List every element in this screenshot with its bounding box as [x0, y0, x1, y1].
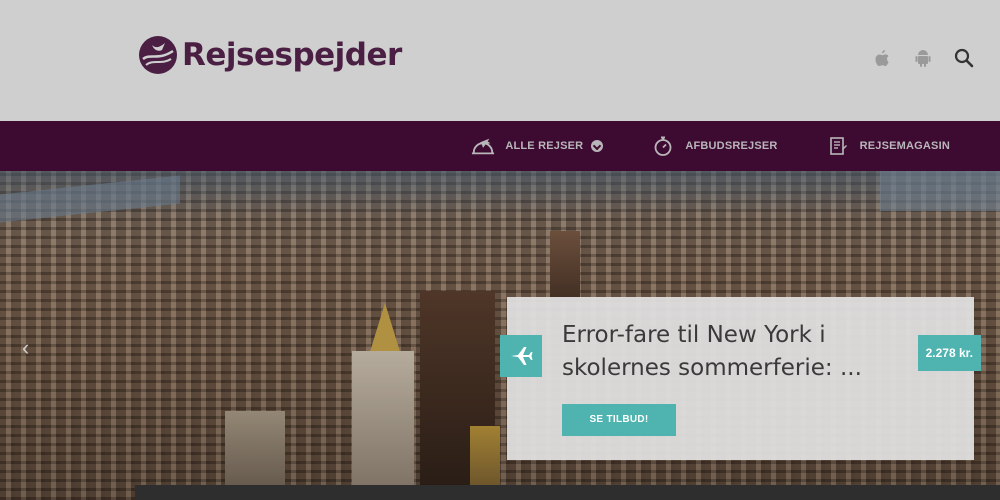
android-icon[interactable] — [911, 46, 935, 70]
price-badge: 2.278 kr. — [917, 335, 981, 371]
nav-label: ALLE REJSER — [505, 140, 584, 152]
site-header: Rejsespejder — [0, 0, 1000, 121]
brand-name: Rejsespejder — [182, 37, 402, 73]
apple-icon[interactable] — [870, 46, 894, 70]
bottom-bar — [135, 485, 1000, 500]
logo[interactable]: Rejsespejder — [138, 35, 402, 75]
nav-label: AFBUDSREJSER — [685, 140, 778, 152]
nav-item-rejsemagasin[interactable]: REJSEMAGASIN — [826, 134, 950, 158]
nav-label: REJSEMAGASIN — [859, 140, 950, 152]
slider-prev-arrow[interactable]: ‹ — [22, 335, 29, 361]
nav-items: ALLE REJSER AFBUDSREJSER REJSEMAGASIN — [423, 121, 950, 171]
nav-item-afbudsrejser[interactable]: AFBUDSREJSER — [651, 134, 777, 158]
chevron-down-icon — [591, 140, 604, 152]
nav-item-alle-rejser[interactable]: ALLE REJSER — [471, 134, 604, 158]
main-nav: ALLE REJSER AFBUDSREJSER REJSEMAGASIN — [0, 121, 1000, 171]
see-offer-button[interactable]: SE TILBUD! — [562, 404, 676, 436]
search-icon[interactable] — [952, 46, 976, 70]
header-actions — [853, 46, 976, 70]
stopwatch-icon — [651, 134, 675, 158]
offer-card[interactable]: Error-fare til New York i skolernes somm… — [500, 297, 981, 460]
offer-title[interactable]: Error-fare til New York i skolernes somm… — [562, 319, 902, 385]
plane-icon — [500, 335, 542, 377]
globe-bird-icon — [139, 36, 177, 74]
magazine-icon — [826, 134, 850, 158]
plane-sunset-icon — [471, 134, 495, 158]
